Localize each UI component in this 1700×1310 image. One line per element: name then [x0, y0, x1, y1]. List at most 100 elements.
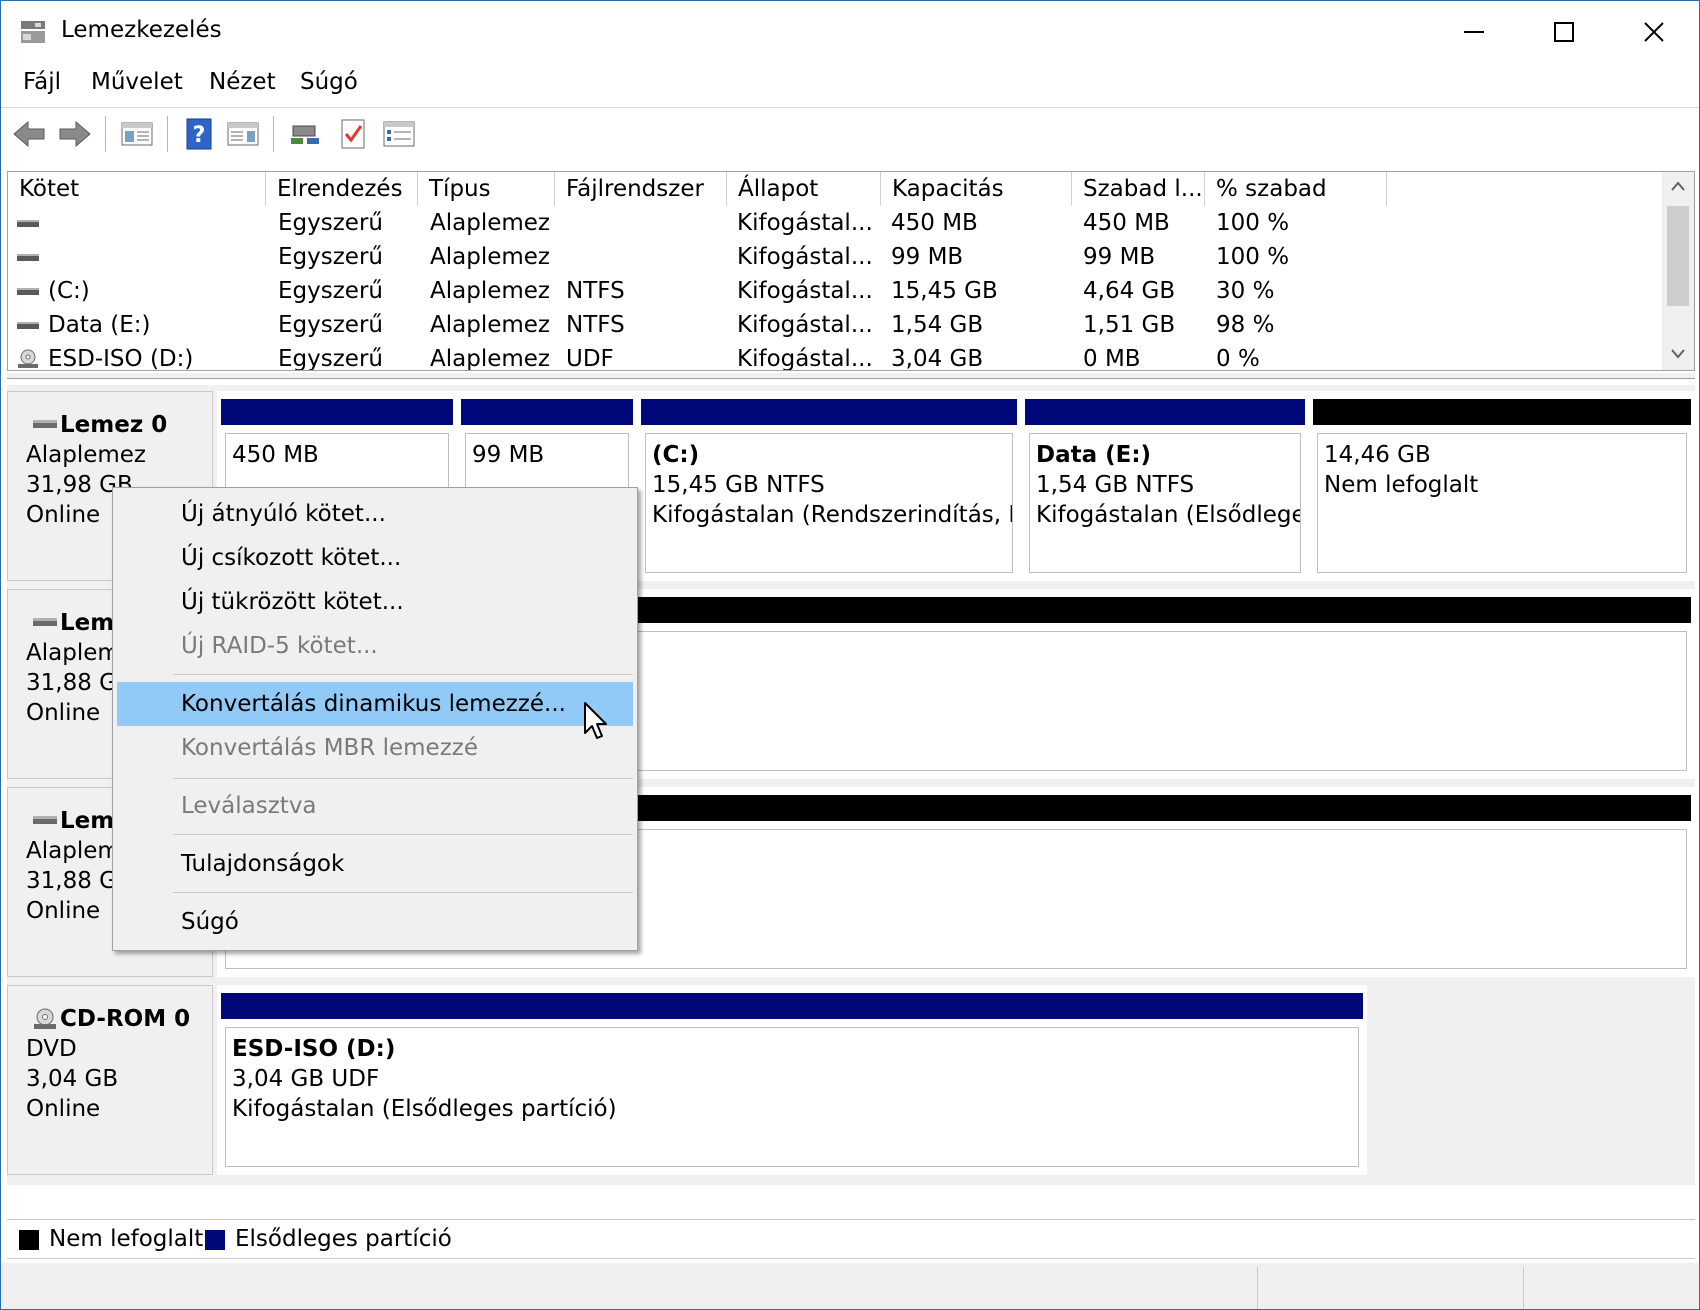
disk-state: Online — [26, 1096, 101, 1122]
column-header-capacity[interactable]: Kapacitás — [881, 172, 1072, 206]
filesystem-cell — [566, 206, 727, 240]
back-button[interactable] — [11, 116, 47, 152]
layout-cell: Egyszerű — [278, 244, 383, 270]
capacity-cell: 15,45 GB — [891, 278, 998, 304]
window-title: Lemezkezelés — [61, 17, 222, 43]
legend-swatch-unallocated — [19, 1230, 39, 1250]
menu-item-new-raid5-volume: Új RAID-5 kötet... — [181, 633, 378, 659]
scrollbar-thumb[interactable] — [1667, 206, 1689, 306]
partition-unallocated[interactable]: 14,46 GB Nem lefoglalt — [1309, 391, 1695, 581]
help-icon: ? — [186, 118, 212, 150]
toolbar-separator — [105, 116, 106, 152]
toolbar-separator — [167, 116, 168, 152]
menu-view[interactable]: Nézet — [209, 69, 276, 95]
help-button[interactable]: ? — [181, 116, 217, 152]
column-header-volume[interactable]: Kötet — [8, 172, 266, 206]
filesystem-cell: UDF — [566, 346, 614, 371]
title-bar: Lemezkezelés — [1, 1, 1699, 63]
partition-size: 99 MB — [472, 442, 545, 468]
column-header-percent-free[interactable]: % szabad — [1205, 172, 1387, 206]
capacity-cell: 3,04 GB — [891, 346, 984, 371]
toolbar-separator — [273, 116, 274, 152]
column-header-type[interactable]: Típus — [418, 172, 555, 206]
free-space-cell: 4,64 GB — [1083, 278, 1176, 304]
show-hide-action-pane-icon — [227, 122, 259, 146]
volume-row[interactable]: Egyszerű Alaplemez Kifogástal... 450 MB 450 … — [8, 206, 1658, 240]
volume-row[interactable]: (C:) Egyszerű Alaplemez NTFS Kifogástal... 15… — [8, 274, 1658, 308]
menu-file[interactable]: Fájl — [23, 69, 61, 95]
partition-color-bar — [221, 993, 1363, 1019]
menu-item-new-spanned-volume[interactable]: Új átnyúló kötet... — [117, 492, 633, 536]
context-menu: Új átnyúló kötet... Új csíkozott kötet..… — [112, 487, 638, 951]
partition-size: 3,04 GB UDF — [232, 1066, 380, 1092]
show-hide-action-pane-button[interactable] — [225, 116, 261, 152]
scroll-down-icon[interactable] — [1670, 348, 1686, 360]
partition-size: 1,54 GB NTFS — [1036, 472, 1195, 498]
partition[interactable]: Data (E:) 1,54 GB NTFS Kifogástalan (Els… — [1021, 391, 1309, 581]
menu-separator — [173, 892, 633, 893]
partition[interactable]: (C:) 15,45 GB NTFS Kifogástalan (Rendsze… — [637, 391, 1021, 581]
menu-item-new-mirrored-volume[interactable]: Új tükrözött kötet... — [117, 580, 633, 624]
mouse-cursor-icon — [584, 702, 607, 739]
partition-size: 450 MB — [232, 442, 319, 468]
disk-state: Online — [26, 700, 101, 726]
partition-color-bar — [1025, 399, 1305, 425]
percent-free-cell: 100 % — [1216, 210, 1290, 236]
maximize-icon — [1554, 22, 1574, 42]
column-header-status[interactable]: Állapot — [727, 172, 881, 206]
volume-row[interactable]: Egyszerű Alaplemez Kifogástal... 99 MB 99 MB… — [8, 240, 1658, 274]
column-header-filesystem[interactable]: Fájlrendszer — [555, 172, 727, 206]
cd-icon — [34, 1008, 56, 1029]
maximize-button[interactable] — [1519, 1, 1609, 63]
partition-status: Nem lefoglalt — [1324, 472, 1479, 498]
menu-item-convert-to-dynamic[interactable]: Konvertálás dinamikus lemezzé... — [117, 682, 633, 726]
menu-item-new-striped-volume[interactable]: Új csíkozott kötet... — [117, 536, 633, 580]
volume-row[interactable]: ESD-ISO (D:) Egyszerű Alaplemez UDF Kifogást… — [8, 342, 1658, 371]
close-button[interactable] — [1609, 1, 1699, 63]
connect-button[interactable] — [287, 116, 323, 152]
minimize-button[interactable] — [1429, 1, 1519, 63]
status-cell: Kifogástal... — [737, 210, 873, 236]
column-header-free-space[interactable]: Szabad l... — [1072, 172, 1205, 206]
status-bar — [1, 1263, 1699, 1309]
scroll-up-icon[interactable] — [1670, 180, 1686, 192]
partition-label: (C:) — [652, 442, 700, 468]
capacity-cell: 450 MB — [891, 210, 978, 236]
menu-item-offline: Leválasztva — [181, 793, 317, 819]
volume-cell: Data (E:) — [48, 312, 151, 338]
forward-button[interactable] — [57, 116, 93, 152]
properties-button[interactable] — [381, 116, 417, 152]
partition-body: 14,46 GB Nem lefoglalt — [1317, 433, 1687, 573]
layout-cell: Egyszerű — [278, 346, 383, 371]
disk-row: CD-ROM 0 DVD 3,04 GB Online ESD-ISO (D:)… — [7, 985, 1695, 1175]
type-cell: Alaplemez — [430, 244, 550, 270]
show-hide-console-tree-button[interactable] — [119, 116, 155, 152]
partition-size: 15,45 GB NTFS — [652, 472, 825, 498]
volume-list-header: Kötet Elrendezés Típus Fájlrendszer Álla… — [8, 172, 1694, 206]
status-cell: Kifogástal... — [737, 346, 873, 371]
capacity-cell: 99 MB — [891, 244, 964, 270]
partition-color-bar — [641, 399, 1017, 425]
volume-cell — [48, 240, 262, 274]
percent-free-cell: 98 % — [1216, 312, 1275, 338]
partition-status: Kifogástalan (Rendszerindítás, Lap — [652, 502, 1013, 528]
hard-disk-icon — [33, 618, 57, 626]
type-cell: Alaplemez — [430, 210, 550, 236]
menu-item-help[interactable]: Súgó — [117, 900, 633, 944]
menu-separator — [173, 674, 633, 675]
disk-size: 3,04 GB — [26, 1066, 119, 1092]
partition[interactable]: ESD-ISO (D:) 3,04 GB UDF Kifogástalan (E… — [217, 985, 1367, 1175]
cd-icon — [18, 349, 38, 368]
volume-row[interactable]: Data (E:) Egyszerű Alaplemez NTFS Kifogástal… — [8, 308, 1658, 342]
disk-label-cd-rom-0[interactable]: CD-ROM 0 DVD 3,04 GB Online — [7, 985, 213, 1175]
check-button[interactable] — [335, 116, 371, 152]
menu-item-properties[interactable]: Tulajdonságok — [117, 842, 633, 886]
disk-partitions: ESD-ISO (D:) 3,04 GB UDF Kifogástalan (E… — [217, 985, 1367, 1175]
forward-icon — [59, 120, 91, 148]
column-header-layout[interactable]: Elrendezés — [266, 172, 418, 206]
menu-help[interactable]: Súgó — [300, 69, 358, 95]
pane-splitter[interactable] — [7, 373, 1695, 379]
legend: Nem lefoglalt Elsődleges partíció — [7, 1219, 1695, 1259]
menu-action[interactable]: Művelet — [91, 69, 183, 95]
volume-list-scrollbar[interactable] — [1662, 172, 1694, 370]
